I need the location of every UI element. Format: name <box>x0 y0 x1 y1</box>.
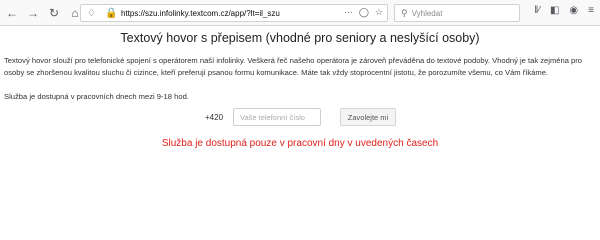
phone-prefix: +420 <box>205 113 224 122</box>
search-bar[interactable]: ⚲ <box>394 4 520 22</box>
reload-icon[interactable]: ↻ <box>45 4 63 22</box>
availability-notice: Služba je dostupná pouze v pracovní dny … <box>161 138 439 149</box>
call-me-button[interactable]: Zavolejte mi <box>340 108 396 126</box>
service-description: Textový hovor slouží pro telefonické spo… <box>4 56 583 77</box>
back-arrow-icon[interactable]: ← <box>3 4 21 22</box>
url-text[interactable]: https://szu.infolinky.textcom.cz/app/?lt… <box>121 9 280 18</box>
more-dots-icon[interactable]: ··· <box>344 7 353 18</box>
account-icon[interactable]: ◉ <box>569 5 578 16</box>
shield-icon[interactable]: ♢ <box>87 8 101 19</box>
hamburger-menu-icon[interactable]: ≡ <box>588 5 594 16</box>
sidebar-icon[interactable]: ◧ <box>550 5 559 16</box>
page-title: Textový hovor s přepisem (vhodné pro sen… <box>120 31 480 45</box>
browser-toolbar: ← → ↻ ⌂ ♢ 🔒 https://szu.infolinky.textco… <box>0 0 600 26</box>
star-icon[interactable]: ☆ <box>375 7 383 18</box>
pocket-icon[interactable]: ◯ <box>359 7 369 18</box>
availability-text: Služba je dostupná v pracovních dnech me… <box>4 92 189 101</box>
library-icon[interactable]: ‖⁄ <box>534 5 540 16</box>
url-bar[interactable]: ♢ 🔒 https://szu.infolinky.textcom.cz/app… <box>80 4 388 22</box>
search-icon: ⚲ <box>401 7 408 18</box>
page-content: Textový hovor s přepisem (vhodné pro sen… <box>0 27 600 240</box>
lock-icon[interactable]: 🔒 <box>105 8 117 19</box>
forward-arrow-icon[interactable]: → <box>24 4 42 22</box>
search-input[interactable] <box>411 8 512 18</box>
phone-number-input[interactable] <box>233 108 321 126</box>
